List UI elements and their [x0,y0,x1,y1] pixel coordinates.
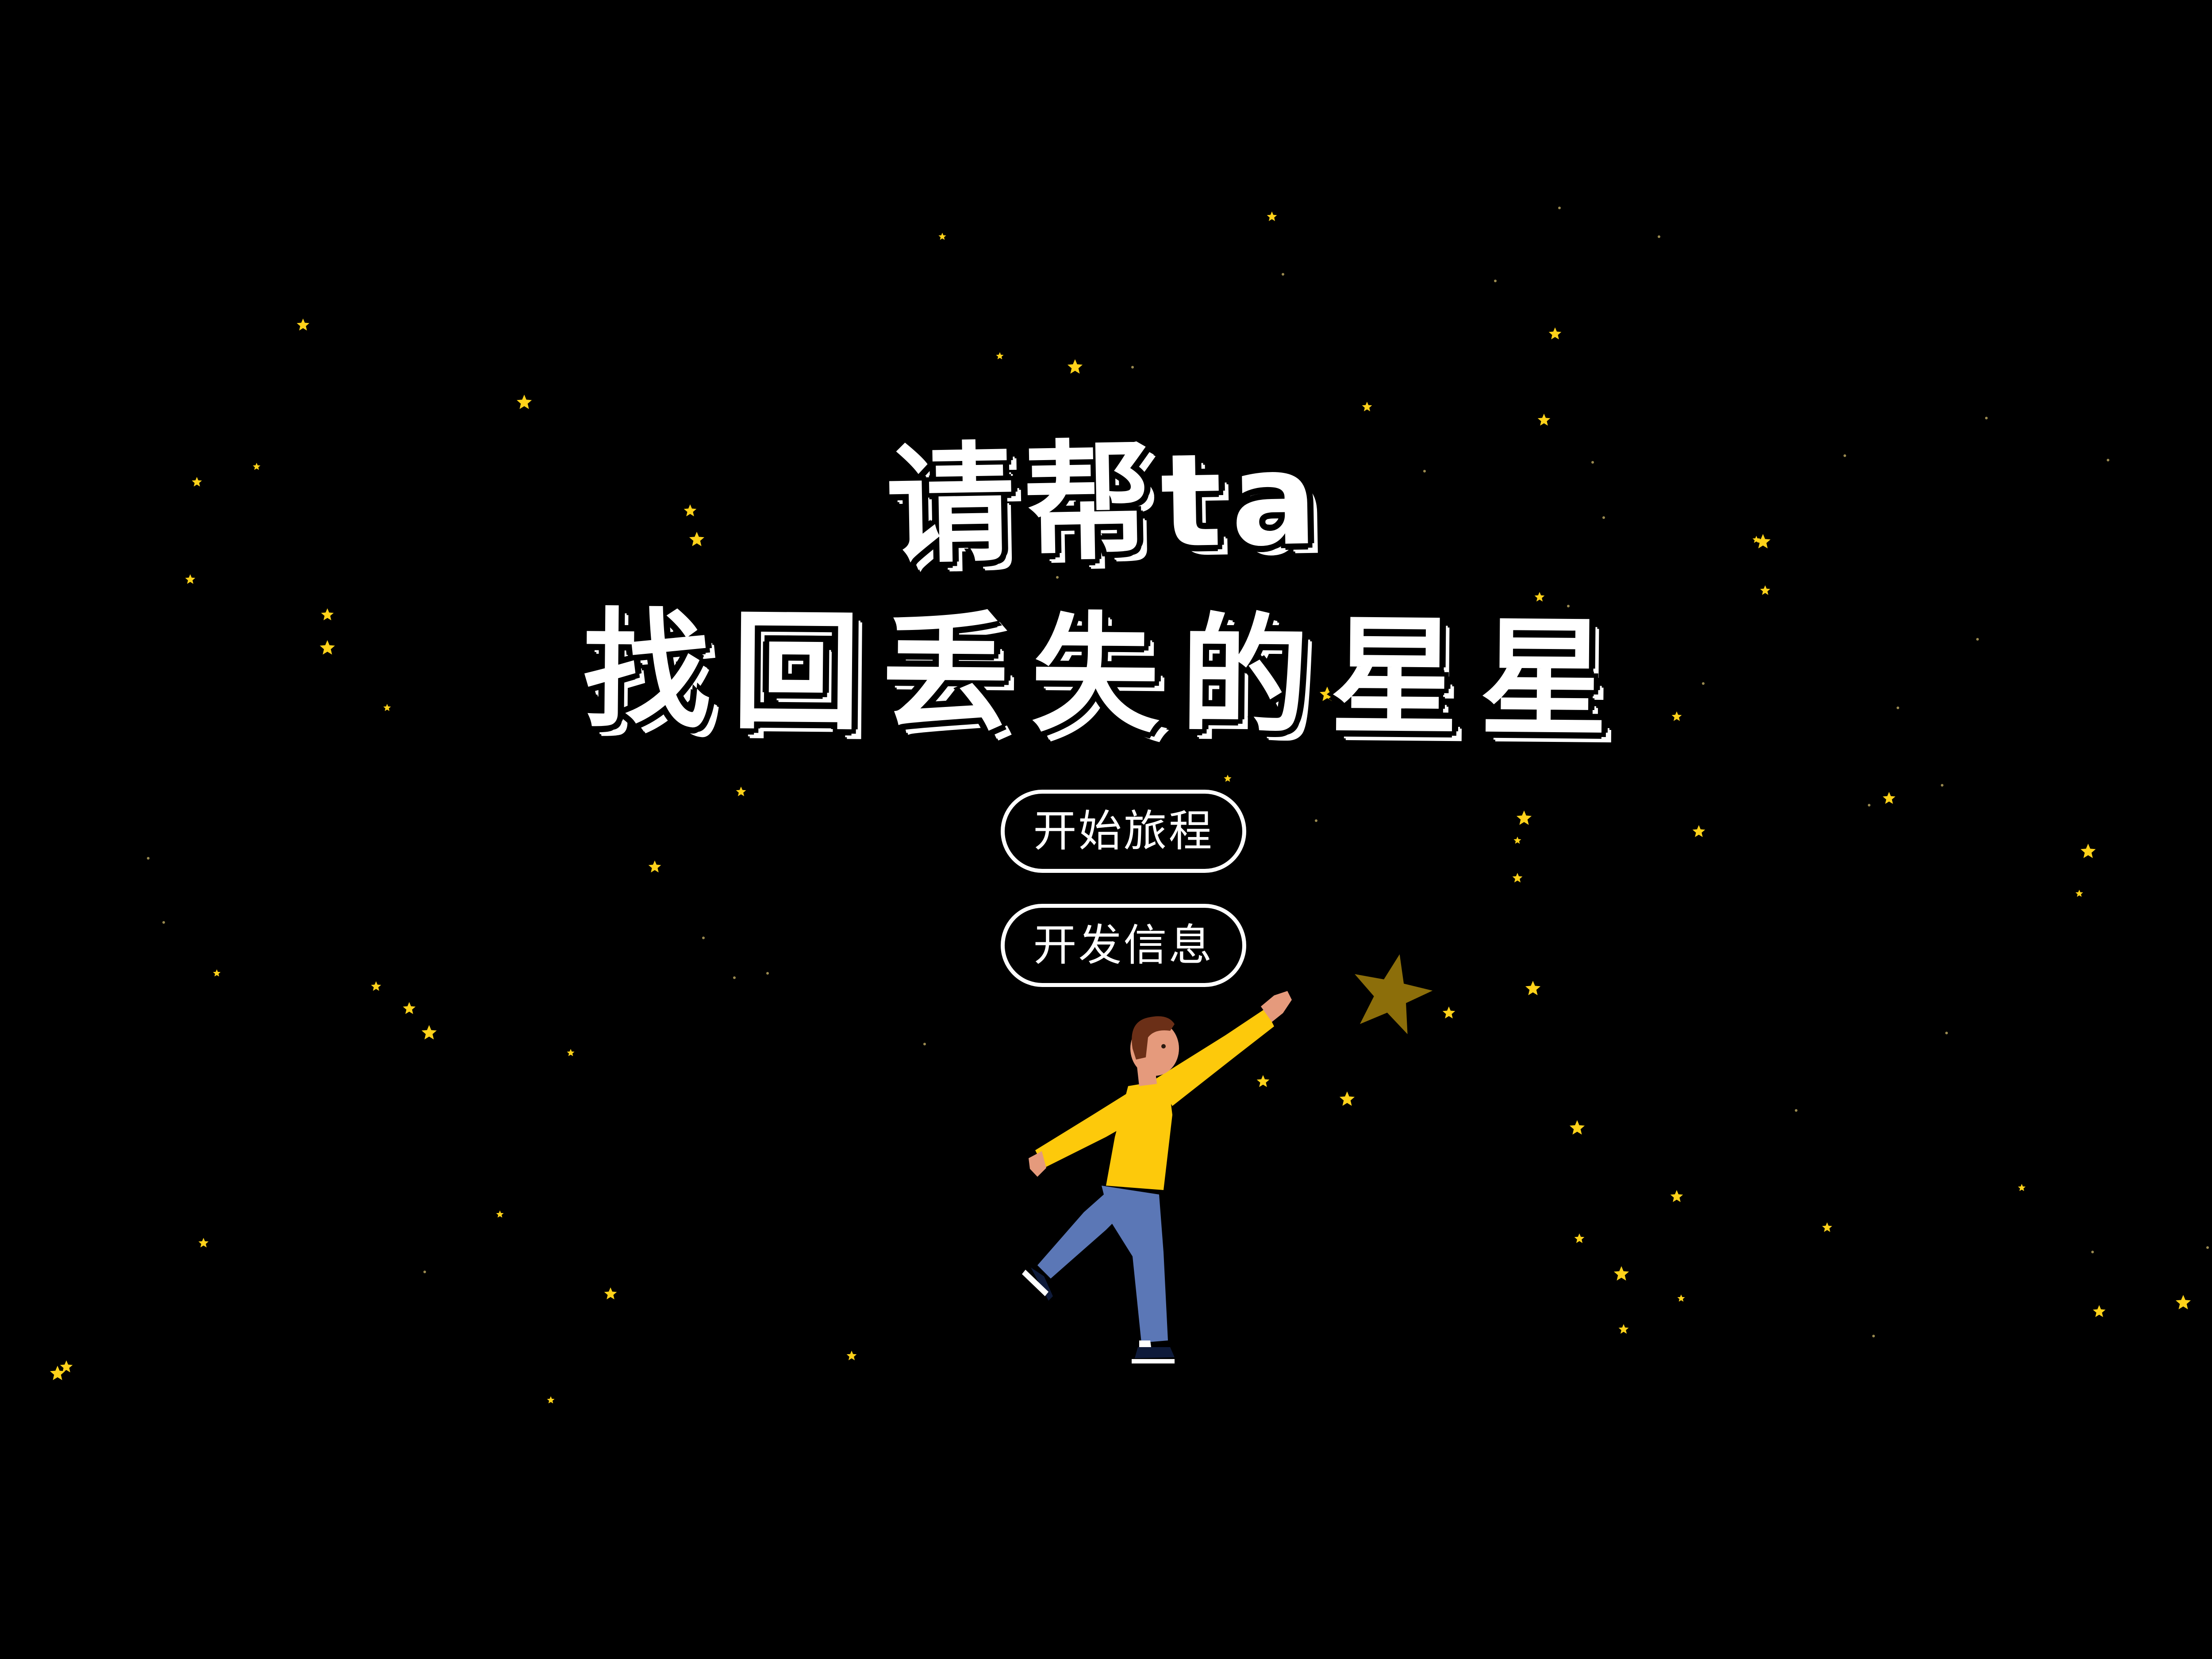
tiny-star-dot [1315,819,1317,822]
star-icon [403,1002,416,1014]
star-icon [1224,775,1232,782]
star-icon [1677,1294,1685,1302]
star-icon [1267,211,1277,221]
star-icon [604,1287,617,1300]
tiny-star-dot [1872,1335,1875,1337]
tiny-star-dot [147,857,150,860]
star-icon [1442,1006,1455,1019]
star-icon [547,1396,555,1404]
star-icon [1067,359,1083,374]
tiny-star-dot [1945,1032,1948,1034]
star-icon [1882,792,1896,804]
tiny-star-dot [1282,273,1284,276]
tiny-star-dot [1868,804,1870,806]
tiny-star-dot [733,976,736,979]
star-icon [2018,1184,2026,1191]
star-icon [296,319,310,331]
star-icon [996,352,1004,360]
star-icon [846,1351,857,1360]
star-icon [2075,890,2083,897]
star-icon [516,395,532,409]
star-icon [421,1025,437,1040]
star-icon [648,860,661,873]
star-icon [1613,1266,1629,1281]
star-icon [1692,825,1705,837]
star-icon [2175,1295,2191,1310]
tiny-star-dot [702,937,705,939]
star-icon [1822,1222,1832,1232]
star-icon [1548,327,1562,340]
star-icon [1670,1190,1683,1202]
tiny-star-dot [162,921,165,924]
star-icon [1339,1091,1355,1106]
start-journey-button[interactable]: 开始旅程 [1001,790,1246,873]
tiny-star-dot [1558,207,1561,209]
star-icon [1618,1324,1629,1334]
star-icon [2080,844,2096,858]
star-icon [60,1360,73,1373]
star-icon [736,787,746,796]
tiny-star-dot [1658,235,1660,238]
star-icon [1574,1233,1585,1243]
lost-star-icon[interactable] [1349,951,1433,1035]
star-icon [50,1366,65,1380]
tiny-star-dot [423,1271,426,1273]
tiny-star-dot [923,1043,926,1045]
star-icon [198,1238,209,1248]
tiny-star-dot [1795,1109,1797,1112]
tiny-star-dot [1131,366,1134,369]
star-icon [1569,1120,1585,1135]
star-icon [213,969,221,977]
star-icon [496,1210,504,1218]
title-line-2: 找回丢失的星星 [582,596,1630,755]
tiny-star-dot [766,972,769,975]
star-icon [938,233,946,240]
star-icon [2093,1305,2106,1317]
game-title-screen: 请帮ta 找回丢失的星星 开始旅程 开发信息 [0,0,2212,1659]
star-icon [1512,873,1523,883]
star-icon [1525,981,1541,995]
tiny-star-dot [2091,1251,2094,1253]
star-icon [567,1049,575,1056]
tiny-star-dot [1494,280,1497,282]
tiny-star-dot [1941,784,1943,787]
tiny-star-dot [2206,1246,2209,1249]
star-icon [1516,810,1532,825]
reaching-person-illustration [1022,991,1292,1363]
star-icon [1513,837,1521,844]
star-icon [371,981,381,991]
